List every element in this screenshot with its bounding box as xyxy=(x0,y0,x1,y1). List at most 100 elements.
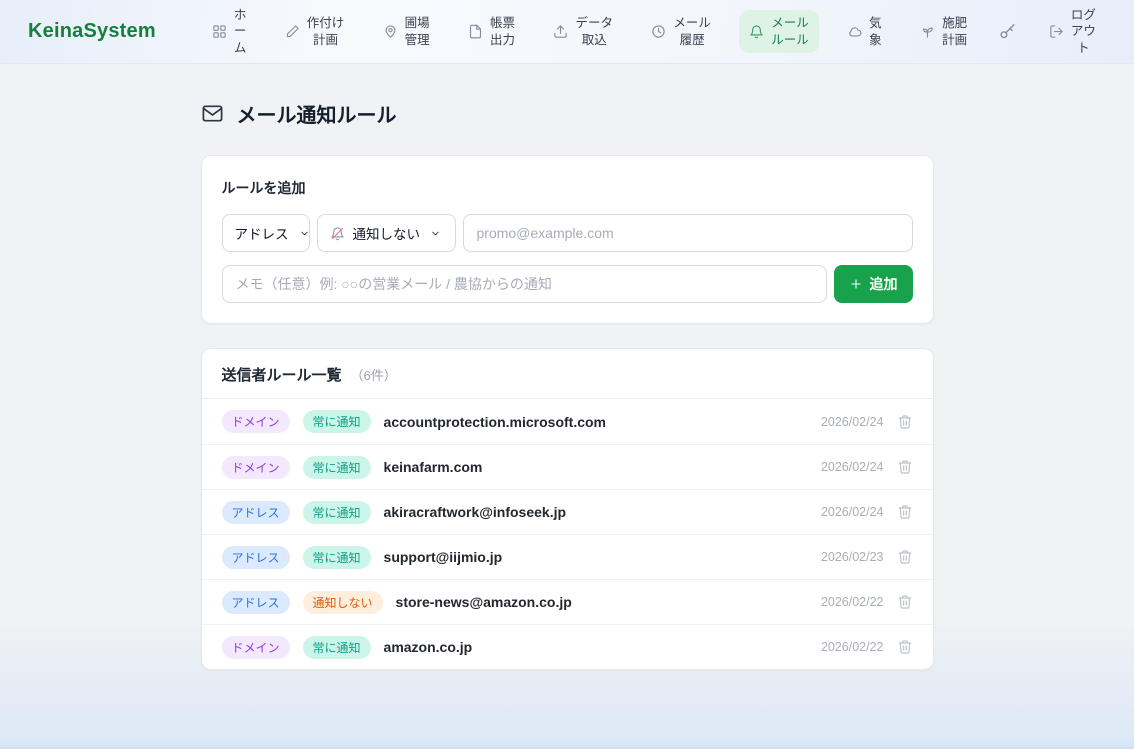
add-rule-row-1: アドレス 通知しない xyxy=(222,214,913,252)
rules-list-card: 送信者ルール一覧 （6件） ドメイン 常に通知 accountprotectio… xyxy=(201,348,934,670)
logout-icon xyxy=(1049,24,1064,39)
nav-item-label: 圃場 管理 xyxy=(405,15,430,48)
trash-icon xyxy=(897,459,913,475)
map-pin-icon xyxy=(383,24,398,39)
upload-icon xyxy=(553,24,568,39)
rule-date: 2026/02/24 xyxy=(821,460,884,474)
nav-item-label: 気 象 xyxy=(869,15,882,48)
nav-item-home[interactable]: ホ ー ム xyxy=(202,2,257,61)
chevron-down-icon xyxy=(299,228,310,239)
rule-date: 2026/02/24 xyxy=(821,505,884,519)
plus-icon xyxy=(849,277,863,291)
rule-email: store-news@amazon.co.jp xyxy=(396,594,572,610)
nav-item-field-management[interactable]: 圃場 管理 xyxy=(373,10,440,53)
rule-row: ドメイン 常に通知 amazon.co.jp 2026/02/22 xyxy=(202,624,933,669)
nav-item-label: メール 履歴 xyxy=(673,15,711,48)
brand-logo[interactable]: KeinaSystem xyxy=(28,20,156,43)
nav-item-weather[interactable]: 気 象 xyxy=(837,10,892,53)
add-rule-button[interactable]: 追加 xyxy=(834,265,913,303)
trash-icon xyxy=(897,414,913,430)
rule-action-badge: 常に通知 xyxy=(303,546,371,569)
nav-item-label: メール ルール xyxy=(771,15,809,48)
page-title-text: メール通知ルール xyxy=(237,99,397,128)
delete-rule-button[interactable] xyxy=(897,504,913,520)
nav-item-mail-history[interactable]: メール 履歴 xyxy=(641,10,721,53)
nav-item-label: データ 取込 xyxy=(575,15,613,48)
nav-item-label: 施肥 計画 xyxy=(942,15,967,48)
delete-rule-button[interactable] xyxy=(897,594,913,610)
rule-type-badge: ドメイン xyxy=(222,410,290,433)
rule-date: 2026/02/22 xyxy=(821,595,884,609)
add-rule-button-label: 追加 xyxy=(870,274,898,294)
rule-date: 2026/02/24 xyxy=(821,415,884,429)
rule-email: akiracraftwork@infoseek.jp xyxy=(384,504,567,520)
rules-list-title: 送信者ルール一覧 xyxy=(222,364,342,385)
chevron-down-icon xyxy=(430,228,441,239)
main-content: メール通知ルール ルールを追加 アドレス 通知しない 追加 xyxy=(201,64,934,670)
address-input[interactable] xyxy=(463,214,913,252)
top-nav: KeinaSystem ホ ー ム 作付け 計画 圃場 管理 帳票 出力 データ… xyxy=(0,0,1134,64)
delete-rule-button[interactable] xyxy=(897,639,913,655)
delete-rule-button[interactable] xyxy=(897,549,913,565)
rule-action-value: 通知しない xyxy=(353,223,421,243)
add-rule-heading: ルールを追加 xyxy=(222,178,913,198)
rule-row: ドメイン 常に通知 accountprotection.microsoft.co… xyxy=(202,399,933,444)
trash-icon xyxy=(897,549,913,565)
rule-action-badge: 常に通知 xyxy=(303,636,371,659)
nav-item-label: 作付け 計画 xyxy=(307,15,345,48)
rule-action-select[interactable]: 通知しない xyxy=(317,214,456,252)
rule-row: ドメイン 常に通知 keinafarm.com 2026/02/24 xyxy=(202,444,933,489)
rule-type-badge: ドメイン xyxy=(222,456,290,479)
rule-row: アドレス 常に通知 support@iijmio.jp 2026/02/23 xyxy=(202,534,933,579)
bell-icon xyxy=(749,24,764,39)
rule-row: アドレス 常に通知 akiracraftwork@infoseek.jp 202… xyxy=(202,489,933,534)
rule-email: keinafarm.com xyxy=(384,459,483,475)
rule-email: amazon.co.jp xyxy=(384,639,473,655)
nav-item-fertilizer-plan[interactable]: 施肥 計画 xyxy=(910,10,977,53)
delete-rule-button[interactable] xyxy=(897,414,913,430)
nav-item-label: 帳票 出力 xyxy=(490,15,515,48)
cloud-icon xyxy=(847,24,862,39)
nav-item-planting-plan[interactable]: 作付け 計画 xyxy=(275,10,355,53)
rule-date: 2026/02/23 xyxy=(821,550,884,564)
bell-off-icon xyxy=(330,226,345,241)
memo-input[interactable] xyxy=(222,265,827,303)
nav-item-data-import[interactable]: データ 取込 xyxy=(543,10,623,53)
rule-type-badge: アドレス xyxy=(222,591,290,614)
trash-icon xyxy=(897,504,913,520)
trash-icon xyxy=(897,594,913,610)
nav-item-mail-rules[interactable]: メール ルール xyxy=(739,10,819,53)
rule-action-badge: 常に通知 xyxy=(303,501,371,524)
rule-row: アドレス 通知しない store-news@amazon.co.jp 2026/… xyxy=(202,579,933,624)
add-rule-row-2: 追加 xyxy=(222,265,913,303)
logout-label: ログ アウ ト xyxy=(1071,7,1096,56)
rule-type-badge: アドレス xyxy=(222,501,290,524)
rule-email: accountprotection.microsoft.com xyxy=(384,414,606,430)
logout-button[interactable]: ログ アウ ト xyxy=(1039,2,1106,61)
trash-icon xyxy=(897,639,913,655)
mail-icon xyxy=(201,102,224,125)
rule-type-value: アドレス xyxy=(235,223,289,243)
rule-action-badge: 常に通知 xyxy=(303,456,371,479)
nav-items: ホ ー ム 作付け 計画 圃場 管理 帳票 出力 データ 取込 メール 履歴 メ… xyxy=(202,2,1106,61)
rule-type-badge: ドメイン xyxy=(222,636,290,659)
document-icon xyxy=(468,24,483,39)
page-title: メール通知ルール xyxy=(201,99,934,128)
sprout-icon xyxy=(920,24,935,39)
rules-count: （6件） xyxy=(351,365,397,384)
rule-action-badge: 通知しない xyxy=(303,591,383,614)
nav-item-label: ホ ー ム xyxy=(234,7,247,56)
add-rule-card: ルールを追加 アドレス 通知しない 追加 xyxy=(201,155,934,324)
key-icon xyxy=(999,23,1016,40)
rule-date: 2026/02/22 xyxy=(821,640,884,654)
delete-rule-button[interactable] xyxy=(897,459,913,475)
rule-email: support@iijmio.jp xyxy=(384,549,503,565)
pencil-icon xyxy=(285,24,300,39)
rules-list-header: 送信者ルール一覧 （6件） xyxy=(202,349,933,399)
rule-action-badge: 常に通知 xyxy=(303,410,371,433)
key-button[interactable] xyxy=(995,19,1020,44)
history-icon xyxy=(651,24,666,39)
rule-type-select[interactable]: アドレス xyxy=(222,214,310,252)
rule-type-badge: アドレス xyxy=(222,546,290,569)
nav-item-report-output[interactable]: 帳票 出力 xyxy=(458,10,525,53)
